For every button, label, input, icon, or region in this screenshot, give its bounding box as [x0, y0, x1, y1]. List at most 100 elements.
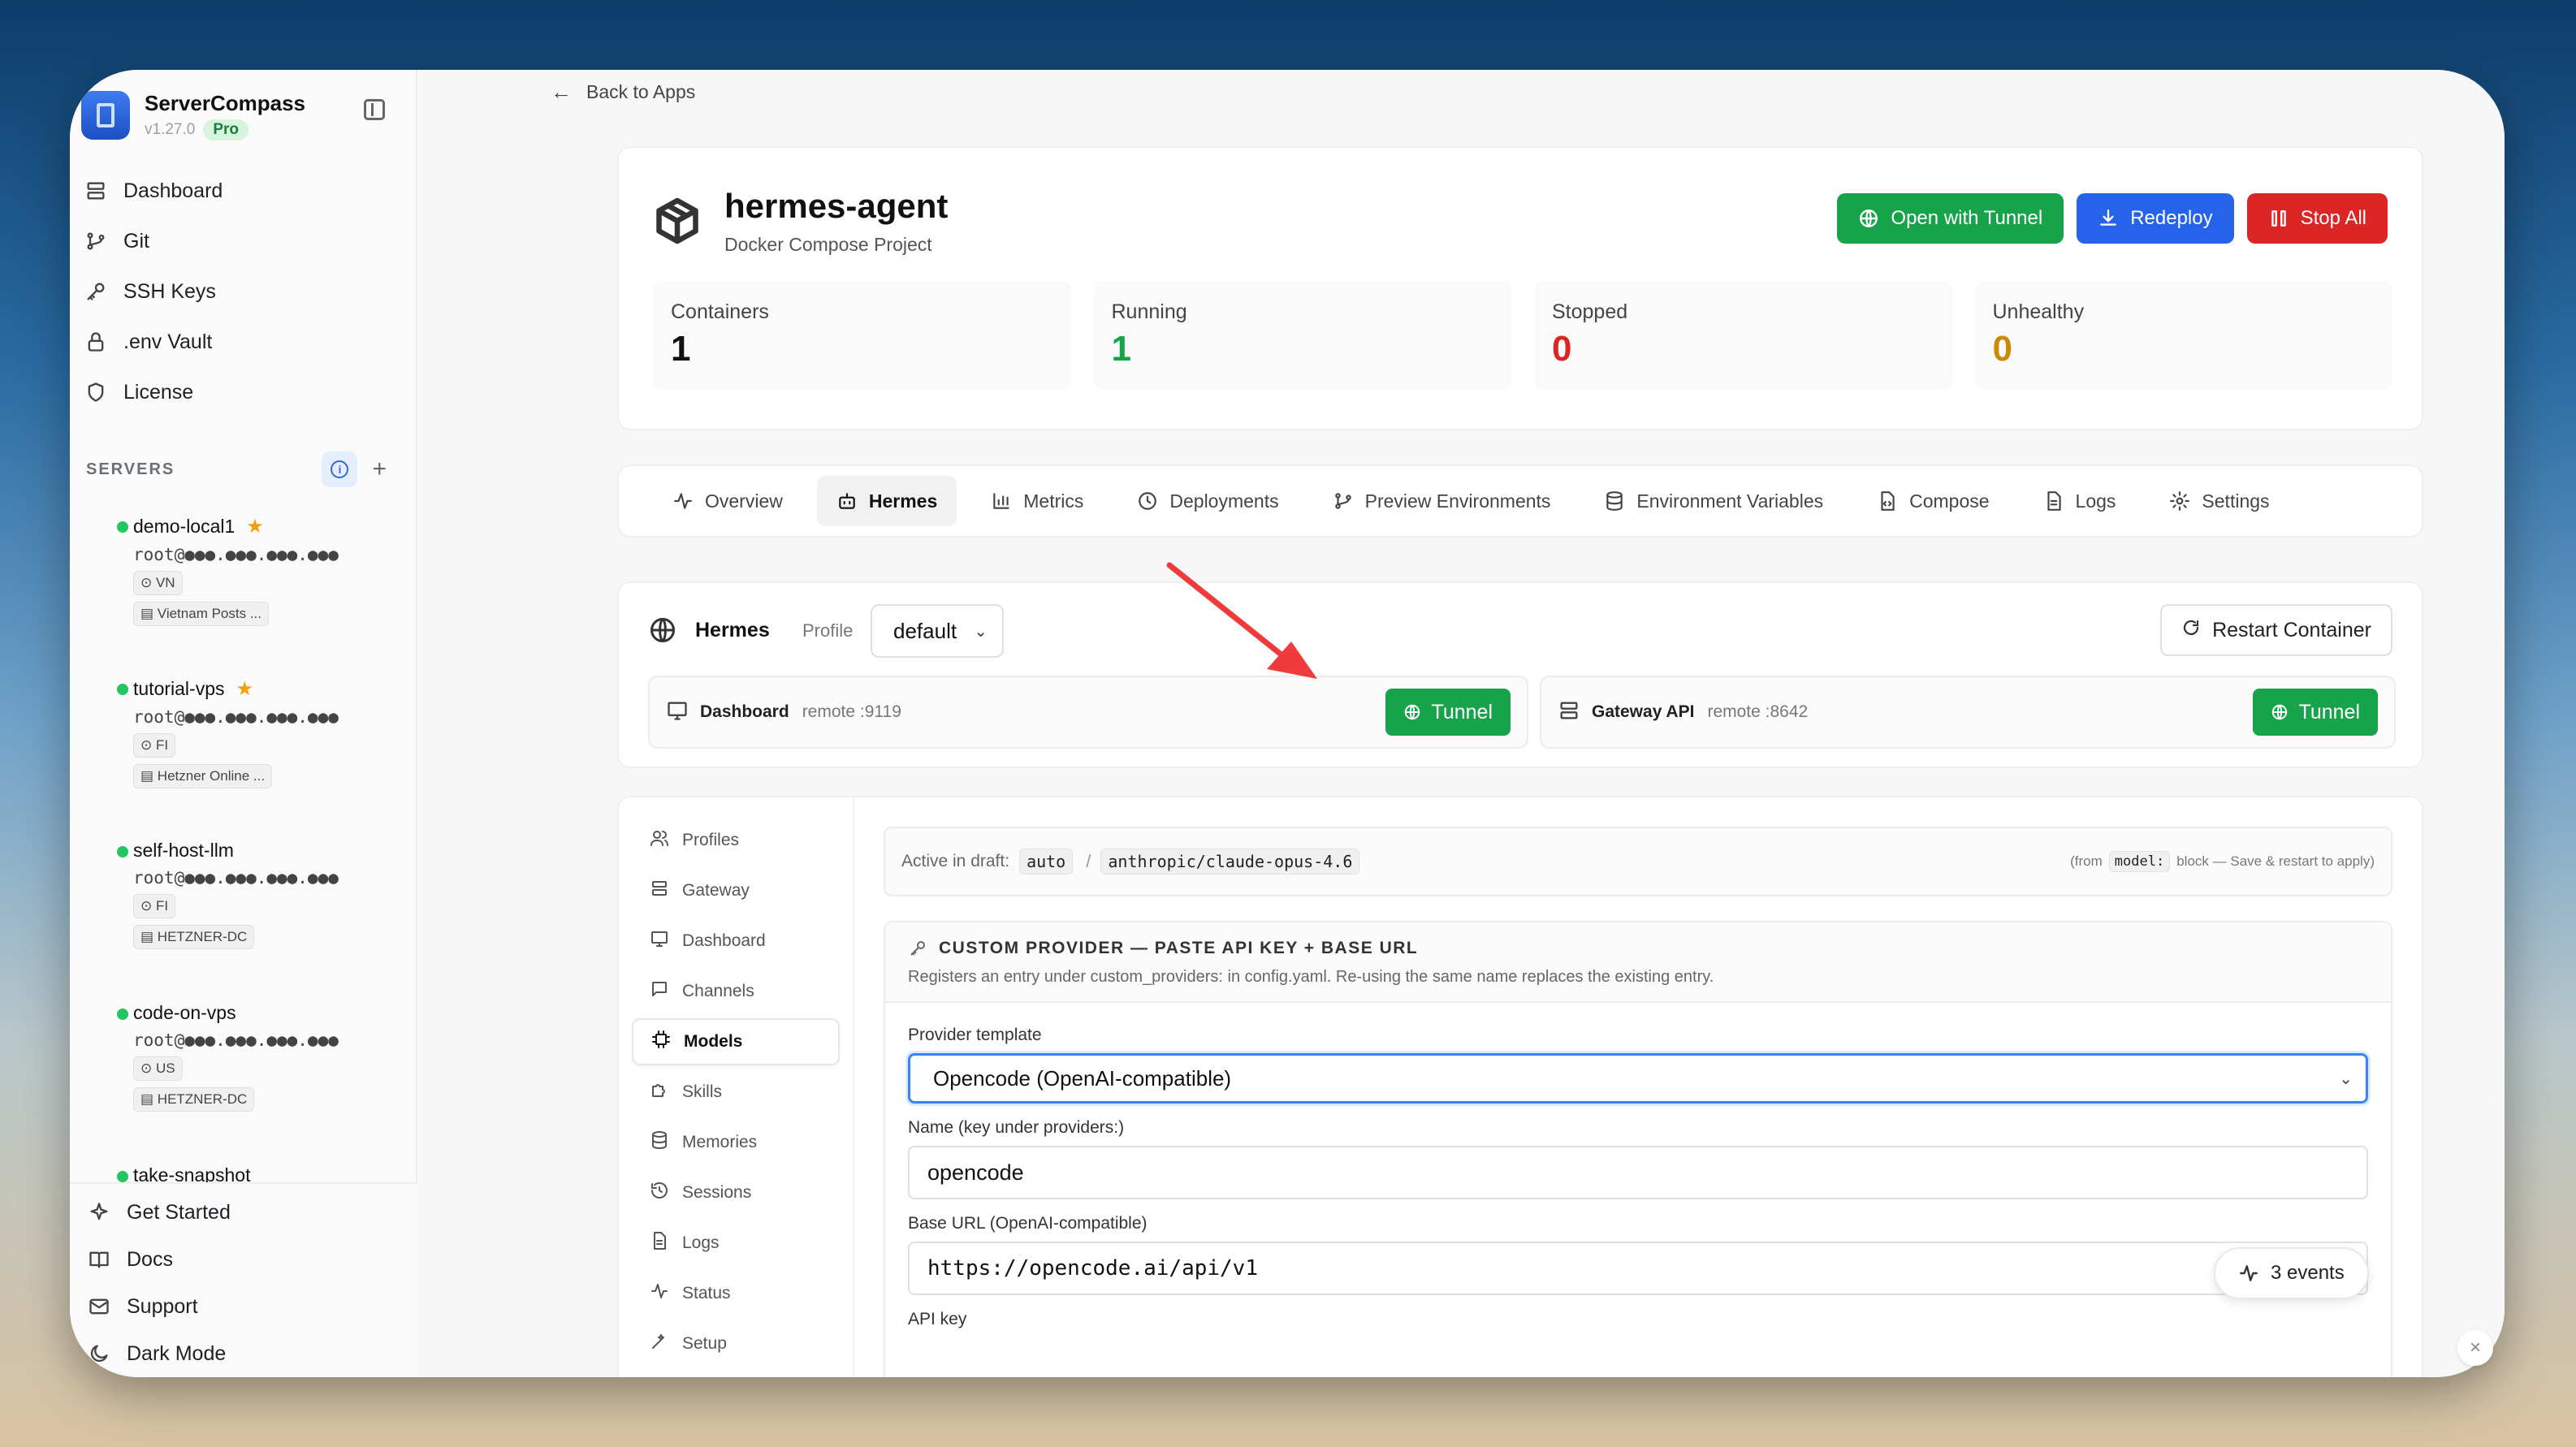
profile-label: Profile	[802, 620, 854, 641]
base-url-input[interactable]: https://opencode.ai/api/v1	[908, 1242, 2368, 1295]
monitor-icon	[666, 699, 689, 726]
subnav-channels[interactable]: Channels	[632, 968, 840, 1015]
sidebar-item-label: Dark Mode	[127, 1341, 227, 1365]
provider-description: Registers an entry under custom_provider…	[908, 968, 1714, 986]
status-online-dot	[117, 1009, 128, 1020]
gateway-tunnel-button[interactable]: Tunnel	[2253, 689, 2378, 736]
active-draft-bar: Active in draft: auto / anthropic/claude…	[884, 827, 2392, 896]
sidebar-footer: Get Started Docs Support Dark Mode	[70, 1182, 417, 1377]
sidebar-item-git[interactable]: Git	[84, 216, 401, 266]
server-host: root@●●●.●●●.●●●.●●●	[133, 1030, 339, 1050]
dashboard-tunnel-button[interactable]: Tunnel	[1385, 689, 1511, 736]
draft-note: (from model: block — Save & restart to a…	[2070, 851, 2375, 872]
star-icon[interactable]: ★	[236, 677, 253, 701]
provider-title: CUSTOM PROVIDER — PASTE API KEY + BASE U…	[908, 939, 2368, 958]
gear-icon	[2169, 490, 2190, 512]
file-code-icon	[1877, 490, 1898, 512]
events-toast[interactable]: 3 events	[2214, 1247, 2369, 1299]
sidebar-item-dashboard[interactable]: Dashboard	[84, 166, 401, 216]
servers-info-button[interactable]: i	[322, 451, 358, 487]
brand-name: ServerCompass	[145, 90, 305, 115]
brand[interactable]: ServerCompass v1.27.0 Pro	[81, 83, 305, 148]
tab-logs[interactable]: Logs	[2024, 476, 2136, 526]
subnav-gateway[interactable]: Gateway	[632, 867, 840, 914]
server-host: root@●●●.●●●.●●●.●●●	[133, 545, 339, 564]
sidebar-item-label: Git	[123, 229, 149, 253]
stop-icon	[2268, 208, 2289, 229]
shield-icon	[84, 381, 107, 404]
package-icon	[653, 197, 702, 245]
provider-template-select[interactable]: Opencode (OpenAI-compatible) ⌄	[908, 1053, 2368, 1104]
api-key-label: API key	[908, 1310, 967, 1328]
tab-settings[interactable]: Settings	[2150, 476, 2289, 526]
sidebar-item-label: SSH Keys	[123, 279, 216, 303]
status-online-dot	[117, 521, 128, 533]
server-item[interactable]: tutorial-vps ★ root@●●●.●●●.●●●.●●● ⊙ FI …	[117, 677, 378, 788]
servers-header: SERVERS i +	[86, 451, 387, 487]
stop-all-button[interactable]: Stop All	[2246, 193, 2388, 244]
provider-name-input[interactable]: opencode	[908, 1146, 2368, 1199]
activity-icon	[2240, 1265, 2258, 1281]
tab-preview-environments[interactable]: Preview Environments	[1313, 476, 1571, 526]
users-icon	[650, 828, 669, 853]
server-item[interactable]: self-host-llm root@●●●.●●●.●●●.●●● ⊙ FI …	[117, 840, 378, 949]
subnav-logs[interactable]: Logs	[632, 1220, 840, 1267]
open-with-tunnel-button[interactable]: Open with Tunnel	[1837, 193, 2064, 244]
moon-icon	[88, 1342, 110, 1365]
sidebar-item-support[interactable]: Support	[70, 1283, 417, 1330]
stat-stopped: Stopped 0	[1534, 281, 1952, 390]
server-item[interactable]: demo-local1 ★ root@●●●.●●●.●●●.●●● ⊙ VN ▤…	[117, 515, 378, 626]
subnav-models[interactable]: Models	[632, 1018, 840, 1065]
subnav-profiles[interactable]: Profiles	[632, 817, 840, 864]
sidebar-item-docs[interactable]: Docs	[70, 1236, 417, 1283]
sidebar-item-get-started[interactable]: Get Started	[70, 1189, 417, 1236]
subnav-skills[interactable]: Skills	[632, 1069, 840, 1116]
subnav-dashboard[interactable]: Dashboard	[632, 918, 840, 965]
monitor-icon	[650, 929, 669, 953]
provider-tag: ▤ HETZNER-DC	[133, 1087, 255, 1112]
database-icon	[84, 179, 107, 202]
provider-tag: ▤ Hetzner Online ...	[133, 764, 273, 788]
tab-hermes[interactable]: Hermes	[816, 476, 957, 526]
profile-select[interactable]: default ⌄	[871, 604, 1004, 658]
sidebar-item-dark-mode[interactable]: Dark Mode	[70, 1330, 417, 1377]
sidebar-item-label: Support	[127, 1294, 198, 1318]
tab-compose[interactable]: Compose	[1857, 476, 2008, 526]
git-branch-icon	[1333, 490, 1354, 512]
subnav-sessions[interactable]: Sessions	[632, 1169, 840, 1216]
back-link[interactable]: ← Back to Apps	[551, 80, 695, 105]
redeploy-button[interactable]: Redeploy	[2077, 193, 2234, 244]
git-branch-icon	[84, 230, 107, 253]
server-item[interactable]: code-on-vps root@●●●.●●●.●●●.●●● ⊙ US ▤ …	[117, 1002, 378, 1112]
sidebar-item-label: .env Vault	[123, 330, 213, 353]
sidebar-item-env-vault[interactable]: .env Vault	[84, 317, 401, 367]
star-icon[interactable]: ★	[246, 515, 264, 538]
app-header-card: hermes-agent Docker Compose Project Open…	[617, 146, 2423, 430]
database-icon	[650, 1130, 669, 1155]
sidebar-item-label: Docs	[127, 1247, 173, 1271]
provider-tag: ▤ Vietnam Posts ...	[133, 602, 269, 626]
key-icon	[910, 941, 925, 956]
add-server-button[interactable]: +	[372, 457, 387, 482]
subnav-setup[interactable]: Setup	[632, 1320, 840, 1367]
globe-icon	[2272, 704, 2288, 720]
app-logo-icon	[81, 91, 130, 140]
app-window: ServerCompass v1.27.0 Pro Dashboard Git …	[70, 70, 2505, 1377]
sidebar-item-ssh-keys[interactable]: SSH Keys	[84, 266, 401, 317]
close-icon[interactable]: ×	[2457, 1330, 2493, 1366]
tab-environment-variables[interactable]: Environment Variables	[1584, 476, 1843, 526]
sidebar-item-label: Dashboard	[123, 179, 223, 202]
server-icon	[650, 879, 669, 903]
endpoint-gateway-api: Gateway API remote :8642 Tunnel	[1540, 676, 2396, 749]
provider-tag: ▤ HETZNER-DC	[133, 925, 255, 949]
restart-container-button[interactable]: Restart Container	[2160, 604, 2392, 656]
hermes-subnav: Profiles Gateway Dashboard Channels Mode…	[619, 797, 854, 1377]
collapse-sidebar-icon[interactable]	[364, 99, 385, 120]
tab-deployments[interactable]: Deployments	[1117, 476, 1298, 526]
subnav-status[interactable]: Status	[632, 1270, 840, 1317]
subnav-memories[interactable]: Memories	[632, 1119, 840, 1166]
tab-overview[interactable]: Overview	[653, 476, 802, 526]
custom-provider-form: CUSTOM PROVIDER — PASTE API KEY + BASE U…	[884, 921, 2392, 1377]
tab-metrics[interactable]: Metrics	[971, 476, 1103, 526]
sidebar-item-license[interactable]: License	[84, 367, 401, 417]
